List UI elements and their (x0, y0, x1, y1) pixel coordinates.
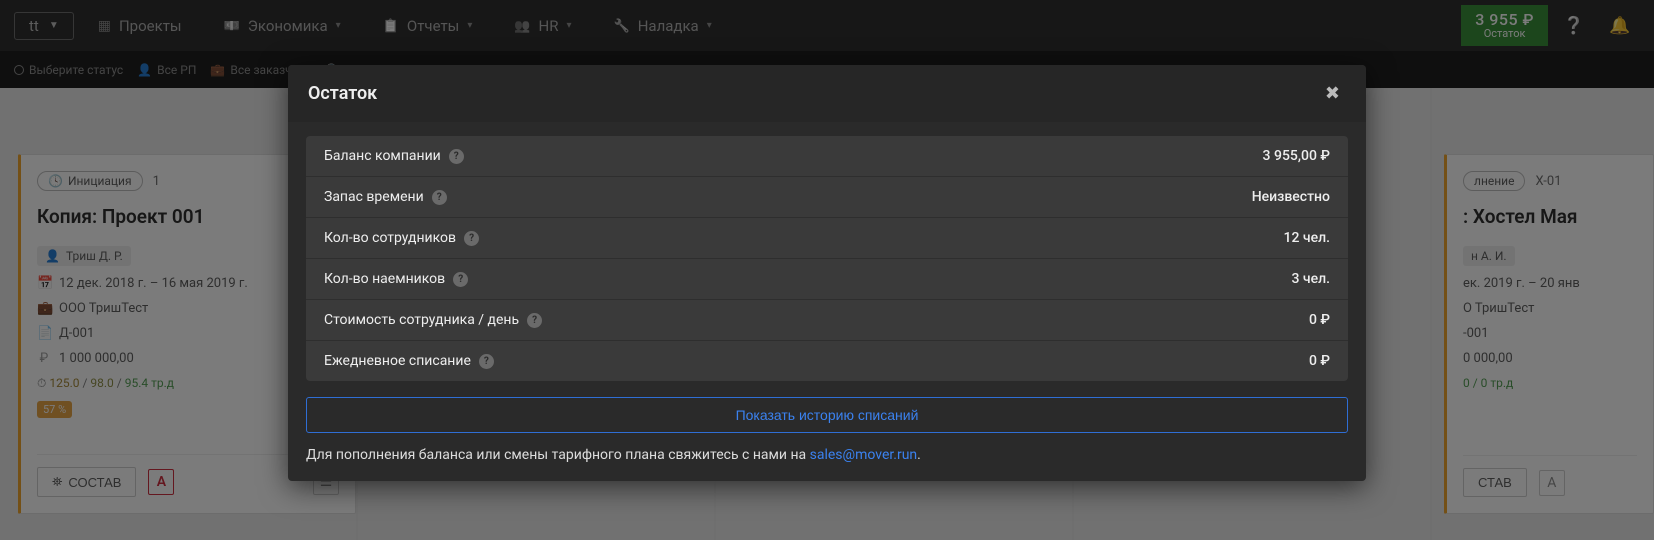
row-value: 3 чел. (1291, 271, 1330, 287)
row-label: Кол-во наемников (324, 271, 445, 287)
row-label: Стоимость сотрудника / день (324, 312, 519, 328)
help-icon[interactable]: ? (432, 190, 447, 205)
row-value: Неизвестно (1252, 189, 1330, 205)
history-button[interactable]: Показать историю списаний (306, 397, 1348, 433)
help-icon[interactable]: ? (527, 313, 542, 328)
balance-modal: Остаток ✖ Баланс компании? 3 955,00 ₽ За… (288, 65, 1366, 481)
table-row: Баланс компании? 3 955,00 ₽ (306, 136, 1348, 177)
contact-text: Для пополнения баланса или смены тарифно… (306, 447, 810, 463)
modal-overlay[interactable]: Остаток ✖ Баланс компании? 3 955,00 ₽ За… (0, 0, 1654, 540)
table-row: Кол-во наемников? 3 чел. (306, 259, 1348, 300)
contact-suffix: . (917, 447, 921, 463)
row-label: Запас времени (324, 189, 424, 205)
modal-header: Остаток ✖ (288, 65, 1366, 122)
row-value: 0 ₽ (1309, 353, 1330, 369)
row-label: Кол-во сотрудников (324, 230, 456, 246)
row-value: 3 955,00 ₽ (1263, 148, 1330, 164)
contact-email-link[interactable]: sales@mover.run (810, 447, 918, 463)
help-icon[interactable]: ? (453, 272, 468, 287)
row-value: 0 ₽ (1309, 312, 1330, 328)
help-icon[interactable]: ? (449, 149, 464, 164)
table-row: Ежедневное списание? 0 ₽ (306, 341, 1348, 381)
close-icon[interactable]: ✖ (1319, 79, 1346, 108)
table-row: Кол-во сотрудников? 12 чел. (306, 218, 1348, 259)
modal-title: Остаток (308, 83, 377, 104)
help-icon[interactable]: ? (464, 231, 479, 246)
row-label: Баланс компании (324, 148, 441, 164)
row-value: 12 чел. (1284, 230, 1330, 246)
contact-note: Для пополнения баланса или смены тарифно… (306, 447, 1348, 463)
help-icon[interactable]: ? (479, 354, 494, 369)
balance-table: Баланс компании? 3 955,00 ₽ Запас времен… (306, 136, 1348, 381)
table-row: Запас времени? Неизвестно (306, 177, 1348, 218)
row-label: Ежедневное списание (324, 353, 471, 369)
table-row: Стоимость сотрудника / день? 0 ₽ (306, 300, 1348, 341)
